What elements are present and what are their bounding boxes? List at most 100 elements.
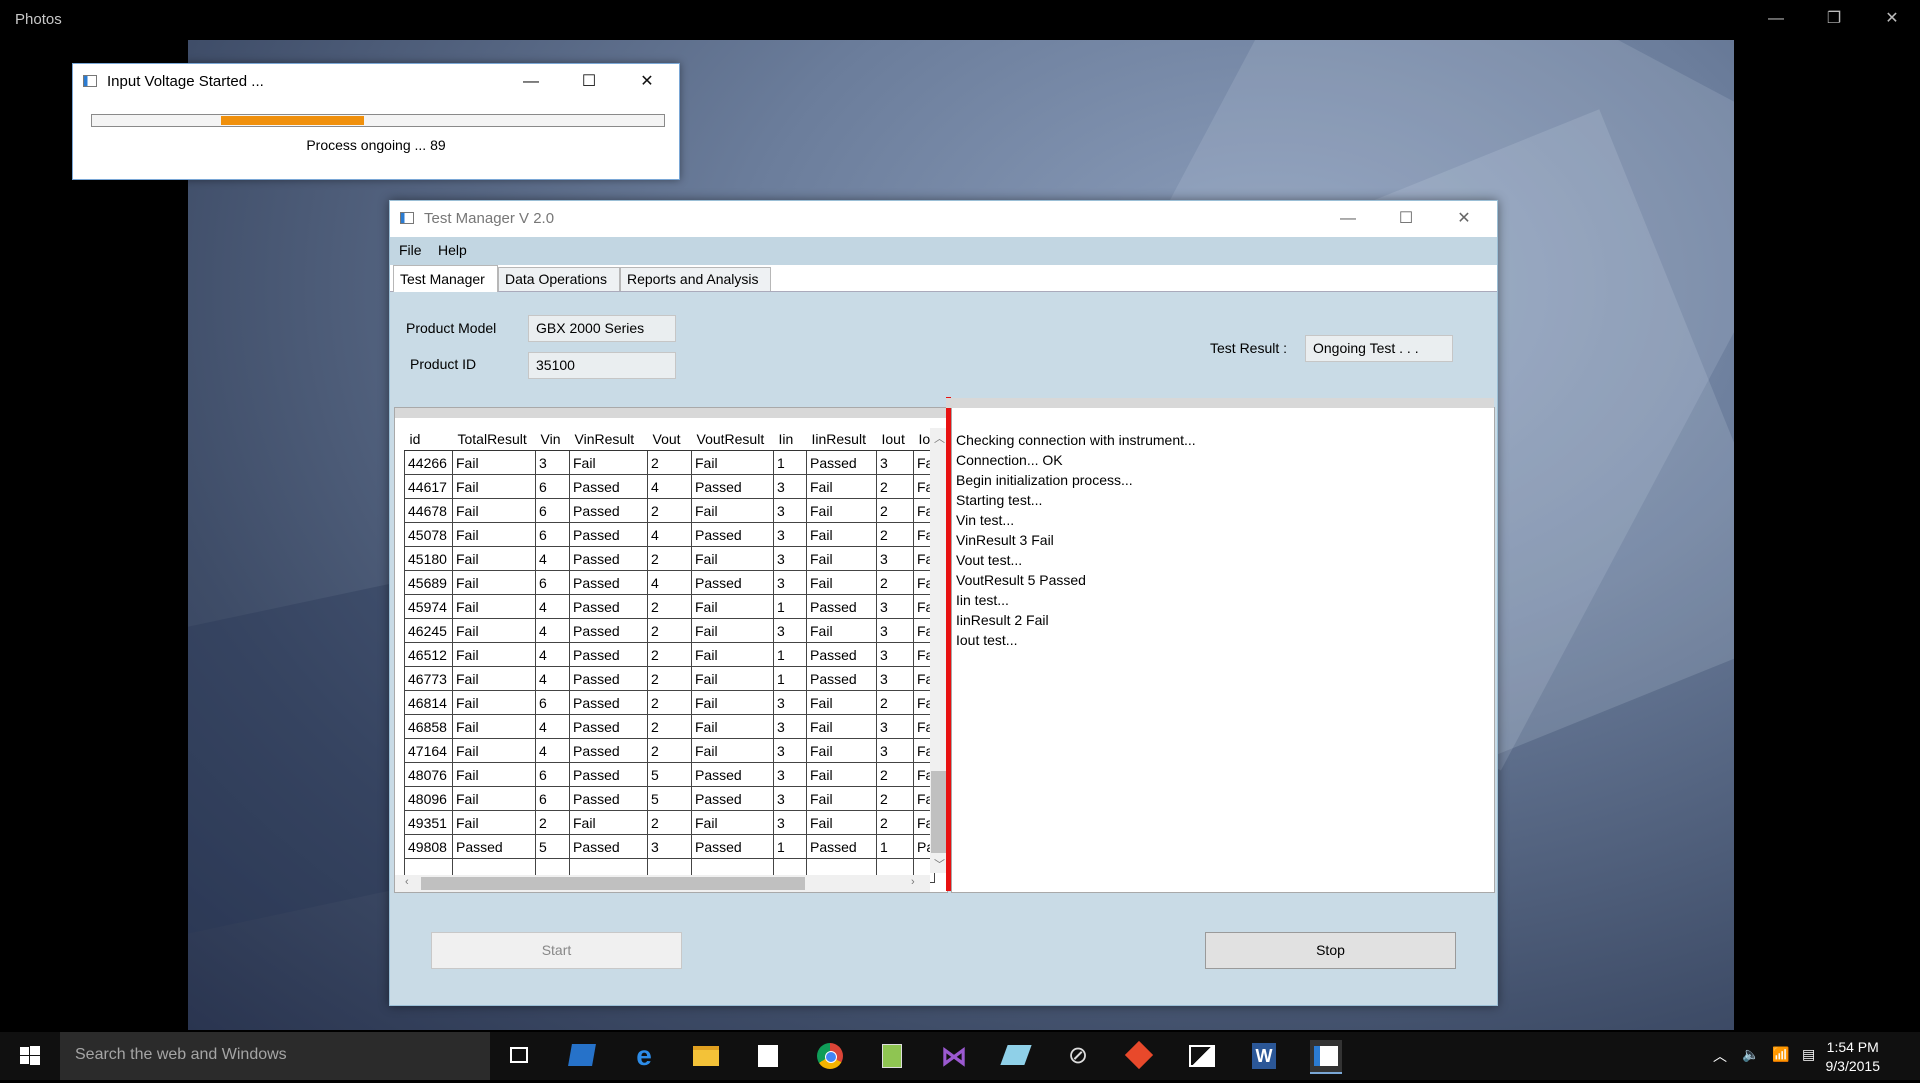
grid-cell[interactable]: Passed [806, 642, 877, 667]
table-row[interactable]: 44678 Fail 6 Passed 2 Fail 3 Fail 2 Fa [404, 498, 936, 523]
grid-cell[interactable]: 6 [535, 786, 570, 811]
grid-cell[interactable]: 45689 [404, 570, 453, 595]
grid-cell[interactable]: Fail [806, 546, 877, 571]
grid-cell[interactable]: 44678 [404, 498, 453, 523]
grid-cell[interactable]: Fail [806, 762, 877, 787]
grid-cell[interactable]: 48096 [404, 786, 453, 811]
chevron-up-icon[interactable]: ︿ [1713, 1046, 1727, 1066]
grid-cell[interactable]: Passed [691, 474, 774, 499]
grid-cell[interactable]: 1 [773, 666, 807, 691]
grid-cell[interactable]: Fail [806, 618, 877, 643]
grid-cell[interactable]: Fail [691, 714, 774, 739]
start-button[interactable]: Start [431, 932, 682, 969]
grid-vertical-scrollbar[interactable]: ︿ ﹀ [930, 428, 947, 873]
table-row[interactable]: 46512 Fail 4 Passed 2 Fail 1 Passed 3 Fa [404, 642, 936, 667]
grid-cell[interactable]: Fail [691, 810, 774, 835]
grid-cell[interactable]: Fail [806, 738, 877, 763]
store-icon[interactable] [752, 1040, 784, 1072]
grid-cell[interactable]: Fail [452, 594, 536, 619]
maximize-button[interactable]: ☐ [1386, 205, 1426, 233]
grid-cell[interactable]: Fail [691, 546, 774, 571]
grid-cell[interactable]: 2 [647, 714, 692, 739]
grid-cell[interactable]: 2 [876, 690, 914, 715]
grid-cell[interactable]: Passed [569, 546, 648, 571]
test-result-field[interactable]: Ongoing Test . . . [1305, 335, 1453, 362]
grid-cell[interactable]: 2 [647, 642, 692, 667]
grid-horizontal-scrollbar[interactable]: ‹ › [395, 875, 930, 892]
grid-cell[interactable]: 46512 [404, 642, 453, 667]
grid-column-header[interactable]: id [404, 428, 453, 451]
grid-cell[interactable]: Fail [691, 666, 774, 691]
grid-cell[interactable]: 3 [773, 738, 807, 763]
main-titlebar[interactable]: Test Manager V 2.0 — ☐ ✕ [390, 201, 1497, 237]
table-row[interactable]: 45180 Fail 4 Passed 2 Fail 3 Fail 3 Fa [404, 546, 936, 571]
grid-cell[interactable]: 2 [876, 498, 914, 523]
grid-cell[interactable]: Fail [691, 690, 774, 715]
grid-cell[interactable]: 6 [535, 570, 570, 595]
grid-cell[interactable]: 3 [773, 618, 807, 643]
grid-cell[interactable]: 3 [876, 642, 914, 667]
grid-cell[interactable]: 3 [773, 786, 807, 811]
grid-cell[interactable]: Fail [452, 786, 536, 811]
grid-cell[interactable]: 4 [535, 618, 570, 643]
grid-cell[interactable]: 2 [876, 474, 914, 499]
grid-column-header[interactable]: Iout [876, 428, 914, 451]
grid-cell[interactable]: 3 [876, 546, 914, 571]
grid-cell[interactable]: 2 [647, 738, 692, 763]
grid-cell[interactable]: Fail [806, 570, 877, 595]
grid-cell[interactable]: 3 [876, 666, 914, 691]
grid-cell[interactable]: Passed [569, 666, 648, 691]
grid-cell[interactable]: 2 [876, 570, 914, 595]
wifi-icon[interactable]: 📶 [1772, 1046, 1789, 1063]
horizontal-scroll-thumb[interactable] [421, 877, 805, 890]
grid-cell[interactable]: Fail [569, 450, 648, 475]
table-row[interactable]: 46773 Fail 4 Passed 2 Fail 1 Passed 3 Fa [404, 666, 936, 691]
grid-cell[interactable]: 1 [773, 642, 807, 667]
grid-column-header[interactable]: VoutResult [691, 428, 774, 451]
table-row[interactable]: 49351 Fail 2 Fail 2 Fail 3 Fail 2 Fa [404, 810, 936, 835]
grid-cell[interactable]: 3 [773, 546, 807, 571]
grid-cell[interactable]: Passed [569, 786, 648, 811]
grid-column-header[interactable]: IinResult [806, 428, 877, 451]
menu-help[interactable]: Help [438, 242, 467, 258]
edge-icon[interactable]: e [628, 1040, 660, 1072]
table-row[interactable]: 45689 Fail 6 Passed 4 Passed 3 Fail 2 Fa [404, 570, 936, 595]
grid-cell[interactable]: Fail [806, 810, 877, 835]
grid-cell[interactable]: 2 [647, 690, 692, 715]
grid-cell[interactable]: 2 [876, 810, 914, 835]
app-icon[interactable] [1310, 1040, 1342, 1074]
clock[interactable]: 1:54 PM 9/3/2015 [1826, 1038, 1881, 1076]
grid-cell[interactable]: 2 [535, 810, 570, 835]
grid-cell[interactable]: Passed [569, 762, 648, 787]
grid-cell[interactable]: Fail [452, 762, 536, 787]
grid-column-header[interactable]: Vout [647, 428, 692, 451]
grid-cell[interactable]: Fail [691, 594, 774, 619]
grid-cell[interactable]: 2 [647, 450, 692, 475]
photos-restore-button[interactable]: ❐ [1819, 6, 1849, 32]
grid-cell[interactable]: 3 [876, 738, 914, 763]
scroll-up-icon[interactable]: ︿ [934, 430, 945, 446]
grid-cell[interactable]: 6 [535, 474, 570, 499]
grid-cell[interactable]: Fail [452, 690, 536, 715]
grid-cell[interactable]: 3 [773, 810, 807, 835]
grid-cell[interactable]: Passed [806, 666, 877, 691]
action-center-icon[interactable]: ▤ [1802, 1046, 1815, 1063]
grid-cell[interactable]: Fail [452, 546, 536, 571]
table-row[interactable]: 49808 Passed 5 Passed 3 Passed 1 Passed 1 Pa [404, 834, 936, 859]
grid-column-header[interactable]: Vin [535, 428, 570, 451]
chrome-icon[interactable] [814, 1040, 846, 1072]
grid-cell[interactable]: Passed [569, 594, 648, 619]
table-row[interactable]: 45974 Fail 4 Passed 2 Fail 1 Passed 3 Fa [404, 594, 936, 619]
grid-cell[interactable]: Passed [569, 618, 648, 643]
grid-cell[interactable]: Passed [691, 570, 774, 595]
grid-cell[interactable]: 2 [647, 666, 692, 691]
grid-cell[interactable]: 4 [535, 714, 570, 739]
grid-cell[interactable]: Passed [691, 522, 774, 547]
file-explorer-icon[interactable] [690, 1040, 722, 1072]
stop-button[interactable]: Stop [1205, 932, 1456, 969]
grid-cell[interactable]: 4 [535, 738, 570, 763]
grid-cell[interactable]: 48076 [404, 762, 453, 787]
grid-cell[interactable]: Fail [452, 618, 536, 643]
vertical-scroll-thumb[interactable] [931, 771, 946, 853]
grid-cell[interactable]: 3 [535, 450, 570, 475]
